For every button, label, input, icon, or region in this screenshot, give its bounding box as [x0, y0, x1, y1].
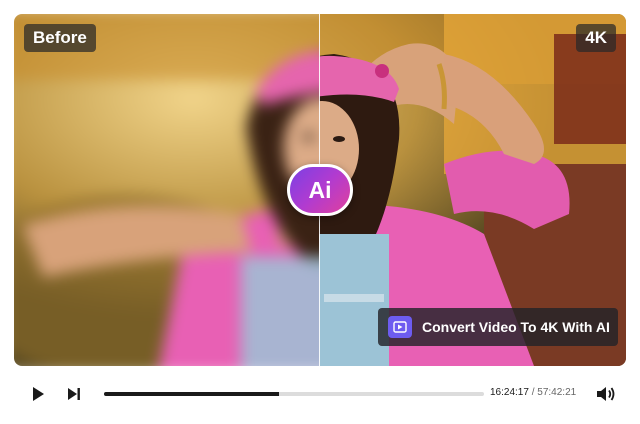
video-enhance-icon: [388, 316, 412, 338]
volume-button[interactable]: [596, 384, 616, 404]
ai-badge[interactable]: Ai: [287, 164, 353, 216]
before-view: [14, 14, 319, 366]
before-label: Before: [24, 24, 96, 52]
skip-next-icon: [68, 388, 80, 400]
ai-badge-text: Ai: [308, 176, 332, 203]
4k-label: 4K: [576, 24, 616, 52]
progress-fill: [104, 392, 279, 396]
next-button[interactable]: [64, 384, 84, 404]
progress-bar[interactable]: [104, 392, 484, 396]
video-preview: Before 4K Ai Convert Video To 4K With AI: [14, 14, 626, 366]
time-display: 16:24:17 / 57:42:21: [490, 387, 576, 398]
photo-scene-before: [14, 14, 319, 366]
current-time: 16:24:17: [490, 387, 529, 398]
player-controls: 16:24:17 / 57:42:21: [0, 376, 640, 412]
play-button[interactable]: [28, 384, 48, 404]
convert-video-label: Convert Video To 4K With AI: [422, 319, 610, 335]
total-time: 57:42:21: [537, 387, 577, 398]
convert-video-button[interactable]: Convert Video To 4K With AI: [378, 308, 618, 346]
play-icon: [33, 387, 44, 401]
volume-icon: [597, 387, 615, 401]
